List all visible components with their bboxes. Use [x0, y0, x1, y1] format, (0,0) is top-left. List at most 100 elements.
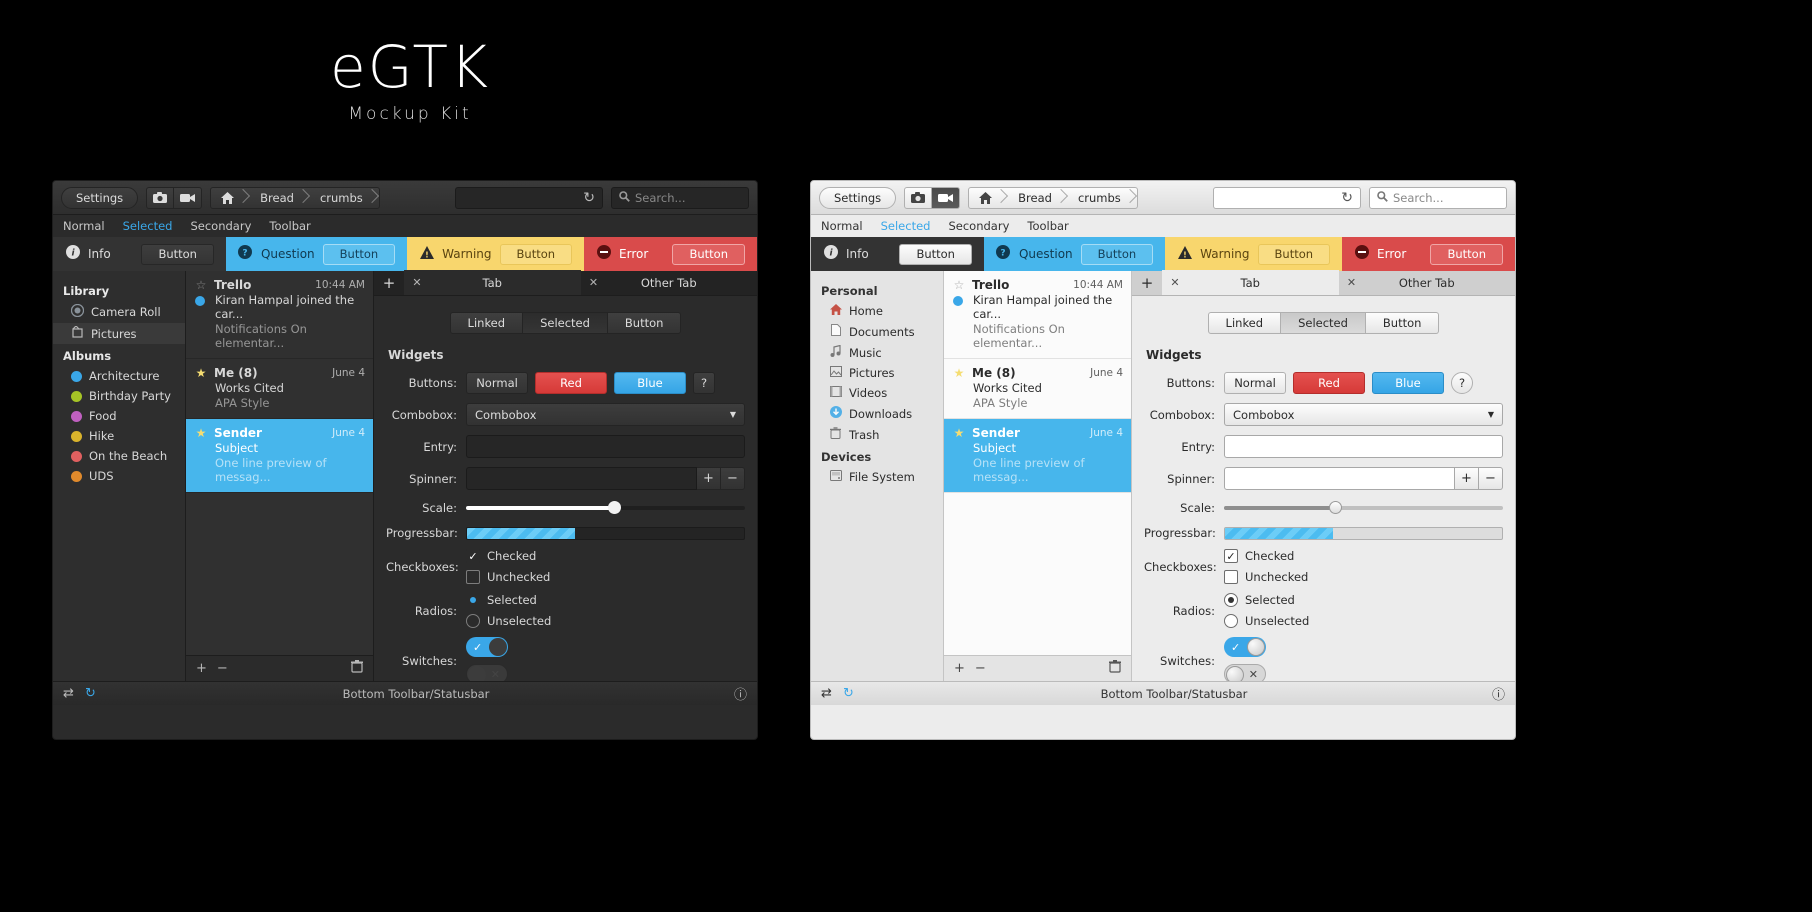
- linked-button-linked[interactable]: Linked: [1208, 312, 1282, 334]
- menu-item-secondary[interactable]: Secondary: [190, 219, 251, 233]
- sidebar-item-birthday-party[interactable]: Birthday Party: [53, 386, 185, 406]
- close-icon[interactable]: ✕: [1339, 276, 1365, 289]
- close-icon[interactable]: ✕: [581, 276, 607, 289]
- breadcrumb-home[interactable]: [211, 187, 250, 209]
- menu-item-secondary[interactable]: Secondary: [948, 219, 1009, 233]
- menu-item-selected[interactable]: Selected: [123, 219, 173, 233]
- video-camera-icon[interactable]: [932, 187, 960, 209]
- refresh-icon[interactable]: ↻: [583, 190, 595, 206]
- infobar-warning-button[interactable]: Button: [500, 244, 573, 265]
- star-icon[interactable]: ★: [194, 366, 208, 380]
- sidebar-item-camera-roll[interactable]: Camera Roll: [53, 301, 185, 323]
- sidebar-item-home[interactable]: Home: [811, 301, 943, 321]
- search-input[interactable]: Search...: [611, 187, 749, 209]
- red-button[interactable]: Red: [535, 372, 607, 394]
- switch-handle[interactable]: [489, 638, 507, 656]
- plus-icon[interactable]: +: [697, 467, 721, 490]
- plus-icon[interactable]: +: [196, 661, 207, 676]
- repeat-icon[interactable]: ↻: [843, 686, 865, 701]
- radio-selected[interactable]: Selected: [1224, 593, 1295, 607]
- sidebar-item-downloads[interactable]: Downloads: [811, 403, 943, 424]
- blue-button[interactable]: Blue: [614, 372, 686, 394]
- camera-icon[interactable]: [146, 187, 174, 209]
- spinner-input[interactable]: [466, 467, 697, 490]
- star-icon[interactable]: ★: [194, 426, 208, 440]
- switch-handle[interactable]: [1226, 666, 1244, 681]
- quantity-stepper[interactable]: + −: [1224, 467, 1503, 490]
- normal-button[interactable]: Normal: [1224, 372, 1286, 394]
- sidebar-item-uds[interactable]: UDS: [53, 466, 185, 486]
- plus-icon[interactable]: +: [1455, 467, 1479, 490]
- scale-slider[interactable]: [466, 499, 745, 517]
- table-row[interactable]: ☆ Trello 10:44 AM Kiran Hampal joined th…: [186, 271, 373, 359]
- combobox-select[interactable]: Combobox ▼: [466, 403, 745, 426]
- help-button[interactable]: ?: [693, 372, 715, 394]
- infobar-info-button[interactable]: Button: [899, 244, 972, 265]
- sidebar-item-trash[interactable]: Trash: [811, 424, 943, 445]
- trash-icon[interactable]: [1109, 660, 1121, 677]
- menu-item-selected[interactable]: Selected: [881, 219, 931, 233]
- radio-selected[interactable]: Selected: [466, 593, 537, 607]
- minus-icon[interactable]: −: [975, 661, 986, 676]
- tab-tab[interactable]: ✕ Tab: [1162, 270, 1339, 295]
- table-row[interactable]: ☆ Trello 10:44 AM Kiran Hampal joined th…: [944, 271, 1131, 359]
- switch-on[interactable]: ✓: [466, 637, 508, 657]
- sidebar-item-music[interactable]: Music: [811, 342, 943, 363]
- camera-icon[interactable]: [904, 187, 932, 209]
- sidebar-item-architecture[interactable]: Architecture: [53, 366, 185, 386]
- slider-handle[interactable]: [1329, 501, 1342, 514]
- star-icon[interactable]: ★: [952, 426, 966, 440]
- radio-unselected[interactable]: Unselected: [466, 614, 551, 628]
- table-row[interactable]: ★ Me (8) June 4 Works Cited APA Style: [186, 359, 373, 419]
- entry-input[interactable]: [466, 435, 745, 458]
- switch-off[interactable]: ✕: [466, 664, 508, 681]
- tab-other-tab[interactable]: ✕ Other Tab: [1339, 270, 1516, 295]
- capture-mode-segmented[interactable]: [904, 187, 960, 209]
- breadcrumb-home[interactable]: [969, 187, 1008, 209]
- breadcrumb[interactable]: Bread crumbs: [968, 187, 1138, 209]
- close-icon[interactable]: ✕: [1162, 276, 1188, 289]
- switch-handle[interactable]: [468, 666, 486, 681]
- breadcrumb-item-1[interactable]: crumbs: [1068, 187, 1137, 209]
- breadcrumb-item-0[interactable]: Bread: [1008, 187, 1068, 209]
- breadcrumb-item-0[interactable]: Bread: [250, 187, 310, 209]
- search-input[interactable]: Search...: [1369, 187, 1507, 209]
- linked-button-selected[interactable]: Selected: [523, 312, 608, 334]
- trash-icon[interactable]: [351, 660, 363, 677]
- sidebar-item-hike[interactable]: Hike: [53, 426, 185, 446]
- shuffle-icon[interactable]: ⇄: [63, 686, 85, 701]
- slider-handle[interactable]: [608, 501, 621, 514]
- linked-button-selected[interactable]: Selected: [1281, 312, 1366, 334]
- infobar-question-button[interactable]: Button: [1081, 244, 1154, 265]
- video-camera-icon[interactable]: [174, 187, 202, 209]
- quantity-stepper[interactable]: + −: [466, 467, 745, 490]
- capture-mode-segmented[interactable]: [146, 187, 202, 209]
- checkbox-unchecked[interactable]: Unchecked: [466, 570, 550, 584]
- menu-item-normal[interactable]: Normal: [63, 219, 105, 233]
- table-row[interactable]: ★ Sender June 4 Subject One line preview…: [186, 419, 373, 493]
- refresh-icon[interactable]: ↻: [1341, 190, 1353, 206]
- infobar-question-button[interactable]: Button: [323, 244, 396, 265]
- repeat-icon[interactable]: ↻: [85, 686, 107, 701]
- refresh-field[interactable]: ↻: [1213, 187, 1361, 209]
- minus-icon[interactable]: −: [217, 661, 228, 676]
- menu-item-normal[interactable]: Normal: [821, 219, 863, 233]
- linked-button-linked[interactable]: Linked: [450, 312, 524, 334]
- minus-icon[interactable]: −: [721, 467, 745, 490]
- checkbox-checked[interactable]: ✓ Checked: [1224, 549, 1294, 563]
- scale-slider[interactable]: [1224, 499, 1503, 517]
- spinner-input[interactable]: [1224, 467, 1455, 490]
- infobar-error-button[interactable]: Button: [672, 244, 745, 265]
- sidebar-item-documents[interactable]: Documents: [811, 321, 943, 342]
- settings-button[interactable]: Settings: [61, 187, 138, 209]
- sidebar-item-on-the-beach[interactable]: On the Beach: [53, 446, 185, 466]
- switch-off[interactable]: ✕: [1224, 664, 1266, 681]
- breadcrumb[interactable]: Bread crumbs: [210, 187, 380, 209]
- star-icon[interactable]: ☆: [194, 278, 208, 292]
- blue-button[interactable]: Blue: [1372, 372, 1444, 394]
- menu-item-toolbar[interactable]: Toolbar: [269, 219, 310, 233]
- tab-add-button[interactable]: +: [1132, 270, 1162, 295]
- infobar-info-button[interactable]: Button: [141, 244, 214, 265]
- help-button[interactable]: ?: [1451, 372, 1473, 394]
- table-row[interactable]: ★ Sender June 4 Subject One line preview…: [944, 419, 1131, 493]
